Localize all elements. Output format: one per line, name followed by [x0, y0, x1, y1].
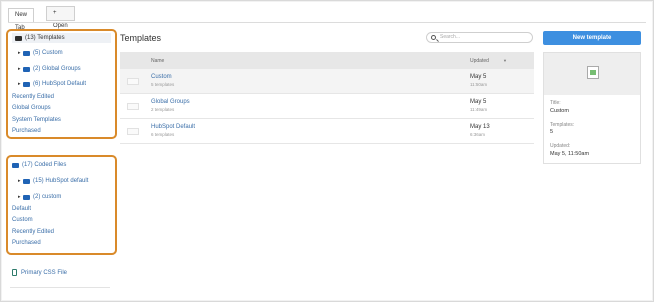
sidebar-link-default[interactable]: Default: [12, 204, 111, 214]
sidebar-link-global-groups[interactable]: Global Groups: [12, 103, 111, 113]
search-icon: [431, 35, 436, 40]
row-count: 5 templates: [151, 82, 175, 87]
sidebar-folder-hubspot-default[interactable]: ▸ (6) HubSpot Default: [18, 79, 111, 89]
sidebar-folder-custom-coded[interactable]: ▸ (2) custom: [18, 192, 111, 202]
sidebar-link-custom[interactable]: Custom: [12, 215, 111, 225]
row-date: May 5: [470, 99, 487, 105]
row-name-link[interactable]: HubSpot Default: [151, 124, 195, 130]
expand-arrow-icon[interactable]: ▸: [18, 64, 22, 74]
templates-folder-panel: (13) Templates ▸ (5) Custom ▸ (2) Global G…: [6, 29, 117, 139]
sidebar-folder-label: (2) custom: [33, 194, 62, 200]
table-row[interactable]: HubSpot Default 6 templates May 13 6:36a…: [120, 119, 534, 144]
sidebar-folder-global-groups[interactable]: ▸ (2) Global Groups: [18, 64, 111, 74]
expand-arrow-icon[interactable]: ▸: [18, 192, 22, 202]
row-time: 6:36am: [470, 132, 486, 137]
open-new-tab-button[interactable]: + Open new tab: [46, 6, 75, 55]
row-date: May 5: [470, 74, 487, 80]
expand-arrow-icon[interactable]: ▸: [18, 79, 22, 89]
search-input[interactable]: Search...: [426, 32, 533, 43]
sidebar-folder-label: (5) Custom: [33, 50, 63, 56]
detail-title-value: Custom: [550, 108, 569, 114]
template-thumbnail: [127, 128, 139, 135]
primary-css-file-label: Primary CSS File: [21, 270, 68, 277]
folder-icon: [23, 81, 30, 87]
sidebar-header-coded-files[interactable]: (17) Coded Files: [12, 160, 111, 170]
folder-icon: [23, 66, 30, 72]
detail-updated-value: May 5, 11:50am: [550, 151, 590, 157]
template-details-card: Title: Custom Templates: 5 Updated: May …: [543, 52, 641, 164]
row-time: 11:50am: [470, 82, 488, 87]
row-count: 2 templates: [151, 107, 175, 112]
sidebar-folder-hubspot-default-coded[interactable]: ▸ (15) HubSpot default: [18, 176, 111, 186]
sidebar-link-purchased-coded[interactable]: Purchased: [12, 238, 111, 248]
sidebar-link-recently-edited[interactable]: Recently Edited: [12, 92, 111, 102]
sidebar-folder-label: (2) Global Groups: [33, 66, 81, 72]
expand-arrow-icon[interactable]: ▸: [18, 176, 22, 186]
template-icon: [587, 66, 599, 79]
file-icon: [12, 269, 17, 276]
row-date: May 13: [470, 124, 490, 130]
coded-files-panel: (17) Coded Files ▸ (15) HubSpot default ▸…: [6, 155, 117, 255]
row-name-link[interactable]: Custom: [151, 74, 172, 80]
sort-arrow-icon[interactable]: ▼: [503, 58, 507, 63]
row-time: 11:49am: [470, 107, 488, 112]
detail-updated-label: Updated:: [550, 143, 571, 149]
detail-title-label: Title:: [550, 100, 561, 106]
sidebar-header-label: (17) Coded Files: [22, 162, 67, 168]
template-preview: [544, 53, 640, 95]
folder-icon: [15, 35, 22, 41]
folder-icon: [23, 178, 30, 184]
template-thumbnail: [127, 103, 139, 110]
expand-arrow-icon[interactable]: ▸: [18, 48, 22, 58]
sidebar-folder-label: (15) HubSpot default: [33, 178, 89, 184]
row-name-link[interactable]: Global Groups: [151, 99, 190, 105]
sidebar-header-templates[interactable]: (13) Templates: [12, 33, 111, 43]
table-row[interactable]: Global Groups 2 templates May 5 11:49am: [120, 94, 534, 119]
detail-templates-value: 5: [550, 129, 554, 135]
row-count: 6 templates: [151, 132, 175, 137]
template-thumbnail: [127, 78, 139, 85]
sidebar-divider: [10, 287, 110, 288]
detail-templates-label: Templates:: [550, 122, 575, 128]
folder-icon: [23, 194, 30, 200]
tab-new-tab[interactable]: New Tab: [8, 8, 35, 31]
column-header-updated[interactable]: Updated: [470, 58, 489, 64]
table-header: Name Updated ▼: [120, 52, 534, 69]
primary-css-file-link[interactable]: Primary CSS File: [12, 269, 67, 276]
table-row[interactable]: Custom 5 templates May 5 11:50am: [120, 69, 534, 94]
sidebar-link-system-templates[interactable]: System Templates: [12, 115, 111, 125]
page-title: Templates: [120, 33, 162, 43]
folder-icon: [12, 162, 19, 168]
new-template-button[interactable]: New template: [543, 31, 641, 45]
search-placeholder: Search...: [440, 34, 461, 40]
tab-divider: [8, 22, 646, 23]
folder-icon: [23, 50, 30, 56]
column-header-name[interactable]: Name: [151, 58, 164, 64]
sidebar-folder-custom[interactable]: ▸ (5) Custom: [18, 48, 111, 58]
sidebar-link-recently-edited-coded[interactable]: Recently Edited: [12, 227, 111, 237]
sidebar-header-label: (13) Templates: [25, 35, 65, 41]
sidebar-folder-label: (6) HubSpot Default: [33, 81, 87, 87]
sidebar-link-purchased[interactable]: Purchased: [12, 126, 111, 136]
